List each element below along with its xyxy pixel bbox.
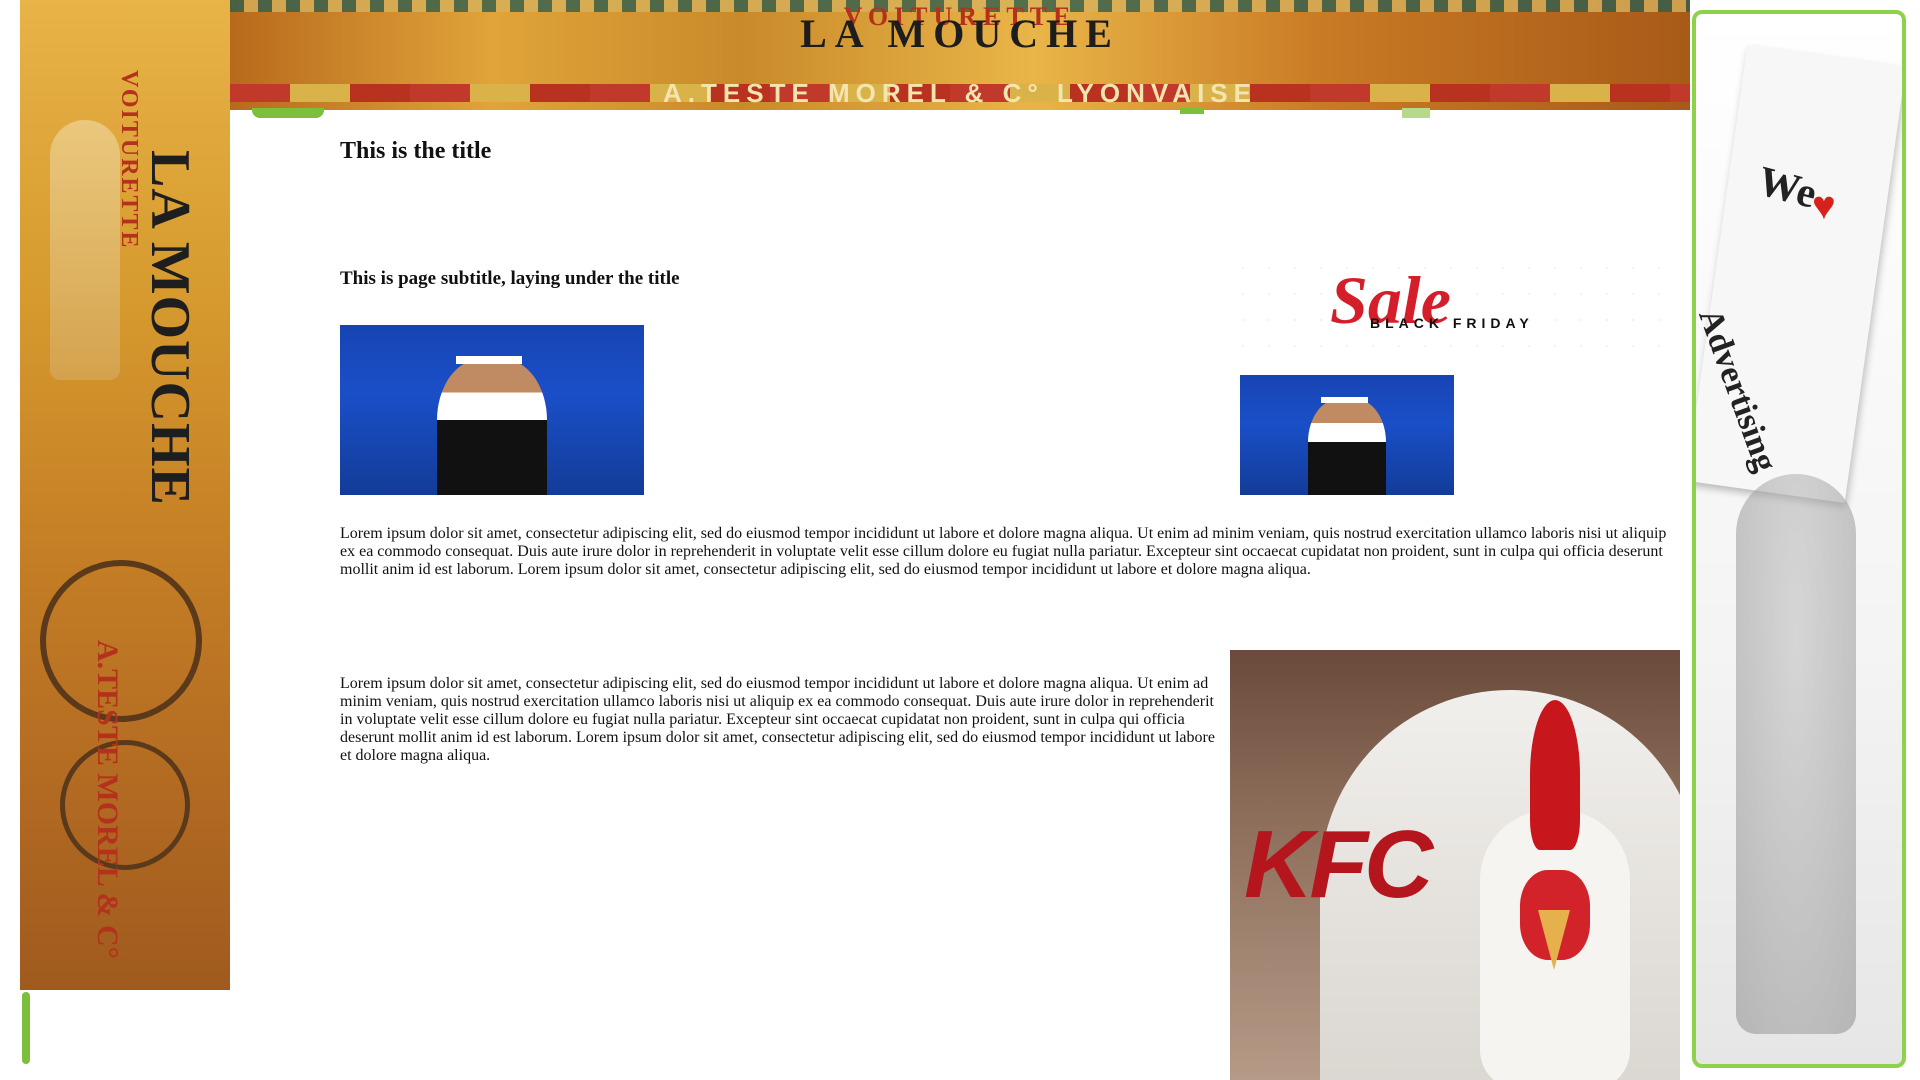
poster-figure bbox=[50, 120, 120, 380]
bleed-green-mark bbox=[1402, 108, 1430, 118]
page-subtitle: This is page subtitle, laying under the … bbox=[340, 268, 680, 289]
banner-bleed-strip bbox=[230, 108, 1690, 120]
page-title: This is the title bbox=[340, 138, 492, 164]
tennis-player-image bbox=[340, 325, 644, 495]
banner-main-text: LA MOUCHE bbox=[800, 11, 1120, 56]
advertising-sign-board bbox=[1696, 45, 1902, 503]
poster-wheel bbox=[60, 740, 190, 870]
headband bbox=[455, 355, 523, 365]
sale-tagline: BLACK FRIDAY bbox=[1370, 315, 1534, 331]
bleed-green-mark bbox=[1180, 108, 1204, 114]
player-figure bbox=[437, 359, 547, 495]
green-leaf-icon bbox=[22, 992, 30, 1064]
chicken-beak bbox=[1538, 910, 1570, 970]
sale-dot-pattern bbox=[1230, 255, 1680, 360]
right-advertising-banner[interactable]: We ♥ Advertising bbox=[1692, 10, 1906, 1068]
poster-bottom-text: A.TESTE MOREL & C° bbox=[91, 640, 124, 959]
left-poster-footer bbox=[20, 990, 230, 1070]
figure-holding-sign bbox=[1736, 474, 1856, 1034]
bleed-green-leaf bbox=[252, 108, 324, 118]
heart-icon: ♥ bbox=[1812, 183, 1836, 228]
left-poster-ad[interactable]: VOITURETTE LA MOUCHE A.TESTE MOREL & C° bbox=[20, 0, 230, 990]
tennis-player-thumbnail[interactable] bbox=[1240, 375, 1454, 495]
chicken-comb bbox=[1530, 700, 1580, 850]
player-figure bbox=[1308, 399, 1386, 495]
body-paragraph: Lorem ipsum dolor sit amet, consectetur … bbox=[340, 525, 1667, 578]
kfc-chicken-ad[interactable]: KFC bbox=[1230, 650, 1680, 1080]
poster-main-text: LA MOUCHE bbox=[139, 150, 201, 506]
banner-bottom-text: A.TESTE MOREL & C° LYONVAISE bbox=[663, 78, 1257, 108]
kfc-logo: KFC bbox=[1244, 811, 1433, 918]
body-paragraph-secondary: Lorem ipsum dolor sit amet, consectetur … bbox=[340, 675, 1215, 764]
headband bbox=[1321, 396, 1369, 403]
black-friday-sale-ad[interactable]: Sale BLACK FRIDAY bbox=[1230, 255, 1680, 360]
top-banner-ad[interactable]: VOITURETTE LA MOUCHE A.TESTE MOREL & C° … bbox=[230, 0, 1690, 110]
